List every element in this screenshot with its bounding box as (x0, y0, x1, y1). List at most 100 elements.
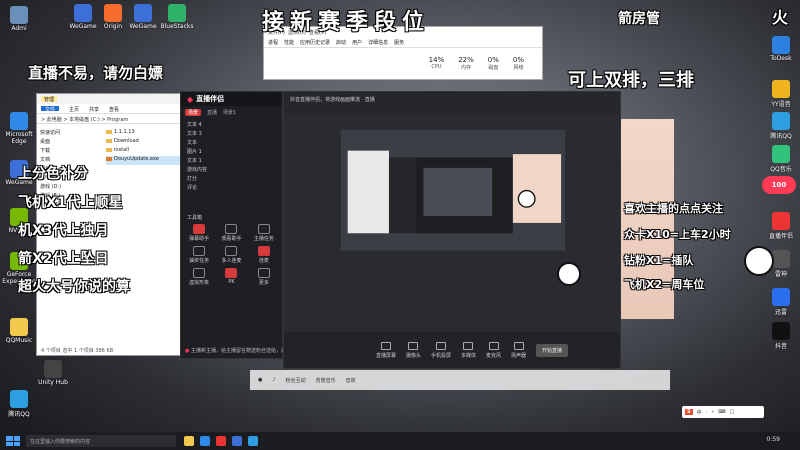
mic-icon[interactable]: ♪ (272, 377, 275, 383)
ime-keyboard[interactable]: ⌨ (718, 409, 725, 415)
tab-users[interactable]: 用户 (352, 39, 362, 46)
taskbar-clock[interactable]: 0:59 (767, 436, 780, 443)
desktop-icon[interactable]: 迅雷 (764, 288, 798, 316)
ime-skin[interactable]: □ (730, 409, 735, 415)
bgm-button[interactable]: 背景音乐 (316, 377, 336, 384)
sound-effect-button[interactable]: 音效 (346, 377, 356, 384)
desktop-icon[interactable]: Origin (96, 4, 130, 30)
edge-icon[interactable] (200, 436, 210, 446)
ribbon-home[interactable]: 主页 (69, 106, 79, 113)
overlay-line: 钻粉X1=插队 (624, 254, 694, 267)
tab-details[interactable]: 详细信息 (368, 39, 388, 46)
fan-interact-button[interactable]: 粉丝互动 (286, 377, 306, 384)
media-icon (463, 341, 474, 350)
scene-item[interactable]: 评论 (181, 182, 282, 191)
list-item[interactable]: DouyuUpdate.exe (106, 156, 182, 165)
edge-icon (10, 112, 28, 130)
scene-item[interactable]: 文本 4 (181, 119, 282, 128)
desktop-icon[interactable]: QQMusic (2, 318, 36, 344)
memory-column[interactable]: 22% 内存 (458, 56, 474, 71)
disk-column[interactable]: 0% 磁盘 (488, 56, 499, 71)
desktop-icon[interactable]: Microsoft Edge (2, 112, 36, 145)
scene-item[interactable]: 文本 3 (181, 128, 282, 137)
tool-lottery[interactable]: 抽奖任务 (185, 246, 213, 264)
tool-pk[interactable]: PK (217, 268, 245, 286)
live-companion-icon[interactable] (216, 436, 226, 446)
desktop-icon[interactable]: WeGame (66, 4, 100, 30)
list-item[interactable]: 1.1.1.13 (106, 129, 182, 138)
phone-cast-button[interactable]: 手机投屏 (431, 341, 451, 359)
tab-app-history[interactable]: 应用历史记录 (300, 39, 330, 46)
overlay-line: 飞机X1代上顺星 (18, 195, 123, 211)
desktop-icon[interactable]: ToDesk (764, 36, 798, 62)
tool-link-mic[interactable]: 连麦 (250, 246, 278, 264)
ribbon-view[interactable]: 查看 (109, 106, 119, 113)
scene-item[interactable]: 游戏内容 (181, 164, 282, 173)
tab-performance[interactable]: 性能 (284, 39, 294, 46)
tool-avatar[interactable]: 虚拟形象 (185, 268, 213, 286)
wegame-icon[interactable] (232, 436, 242, 446)
qq-icon[interactable] (248, 436, 258, 446)
tab-startup[interactable]: 启动 (336, 39, 346, 46)
nav-item[interactable]: 游戏 (D:) (40, 183, 96, 192)
microphone-button[interactable]: 麦克风 (486, 341, 501, 359)
windows-start-icon[interactable] (6, 436, 20, 446)
nav-item[interactable]: 桌面 (40, 138, 96, 147)
explorer-titlebar: 管理 (37, 94, 185, 104)
scene-item[interactable]: 图片 1 (181, 146, 282, 155)
desktop-icon[interactable]: Unity Hub (36, 360, 70, 386)
ribbon-share[interactable]: 共享 (89, 106, 99, 113)
tool-more[interactable]: 更多 (250, 268, 278, 286)
speaker-button[interactable]: 扬声器 (511, 341, 526, 359)
ime-punct[interactable]: · (706, 409, 708, 415)
tool-multi-mic[interactable]: 多人连麦 (217, 246, 245, 264)
scene-item[interactable]: 文本 1 (181, 155, 282, 164)
desktop-icon[interactable]: 腾讯QQ (764, 112, 798, 140)
scene-item[interactable]: 文本 (181, 137, 282, 146)
badge-100: 100 (762, 176, 796, 194)
sogou-logo-icon[interactable]: S (685, 409, 693, 415)
media-button[interactable]: 多媒体 (461, 341, 476, 359)
notice-icon: ● (185, 348, 190, 354)
file-explorer-icon[interactable] (184, 436, 194, 446)
taskbar-search[interactable]: 在这里输入你要搜索的内容 (26, 435, 176, 447)
desktop-icon[interactable]: Admi (2, 6, 36, 32)
tab-scene1[interactable]: 场景1 (223, 109, 236, 116)
start-live-button[interactable]: 开始直播 (536, 343, 569, 357)
tool-task[interactable]: 主播任务 (250, 224, 278, 242)
tab-scene[interactable]: 场景 (185, 109, 202, 116)
ribbon-file[interactable]: 文件 (41, 106, 60, 113)
app-brand: 直播伴侣 (196, 95, 225, 103)
stream-preview[interactable] (290, 130, 616, 320)
list-item[interactable]: Download (106, 138, 182, 147)
origin-icon (104, 4, 122, 22)
nav-item[interactable]: 下载 (40, 147, 96, 156)
qqmusic-icon (10, 318, 28, 336)
nav-item[interactable]: 快速访问 (40, 129, 96, 138)
cpu-column[interactable]: 14% CPU (429, 56, 445, 71)
tool-viewer[interactable]: 观看助手 (217, 224, 245, 242)
desktop-icon[interactable]: QQ音乐 (764, 145, 798, 173)
desktop-icon[interactable]: WeGame (126, 4, 160, 30)
tab-live[interactable]: 直播 (207, 109, 217, 116)
mic-icon (225, 246, 238, 256)
desktop-icon[interactable]: 腾讯QQ (2, 390, 36, 418)
ime-lang[interactable]: 中 (697, 409, 702, 416)
desktop-icon[interactable]: 直播伴侣 (764, 212, 798, 240)
tab-processes[interactable]: 进程 (268, 39, 278, 46)
qq-icon (772, 112, 790, 130)
screen-capture-button[interactable]: 直播屏幕 (376, 341, 396, 359)
scene-item[interactable]: 打分 (181, 173, 282, 182)
manage-tab[interactable]: 管理 (41, 96, 58, 103)
desktop-icon[interactable]: BlueStacks (160, 4, 194, 30)
network-column[interactable]: 0% 网络 (513, 56, 524, 71)
tab-services[interactable]: 服务 (394, 39, 404, 46)
desktop-icon[interactable]: 抖音 (764, 322, 798, 350)
tool-danmaku[interactable]: 弹幕助手 (185, 224, 213, 242)
camera-button[interactable]: 摄像头 (406, 341, 421, 359)
desktop-icon[interactable]: YY语音 (764, 80, 798, 108)
list-item[interactable]: install (106, 147, 182, 156)
ime-emoji[interactable]: ∘ (711, 409, 714, 415)
record-icon[interactable]: ● (258, 377, 262, 383)
address-bar[interactable]: > 此电脑 > 本地磁盘 (C:) > Program (37, 114, 185, 124)
